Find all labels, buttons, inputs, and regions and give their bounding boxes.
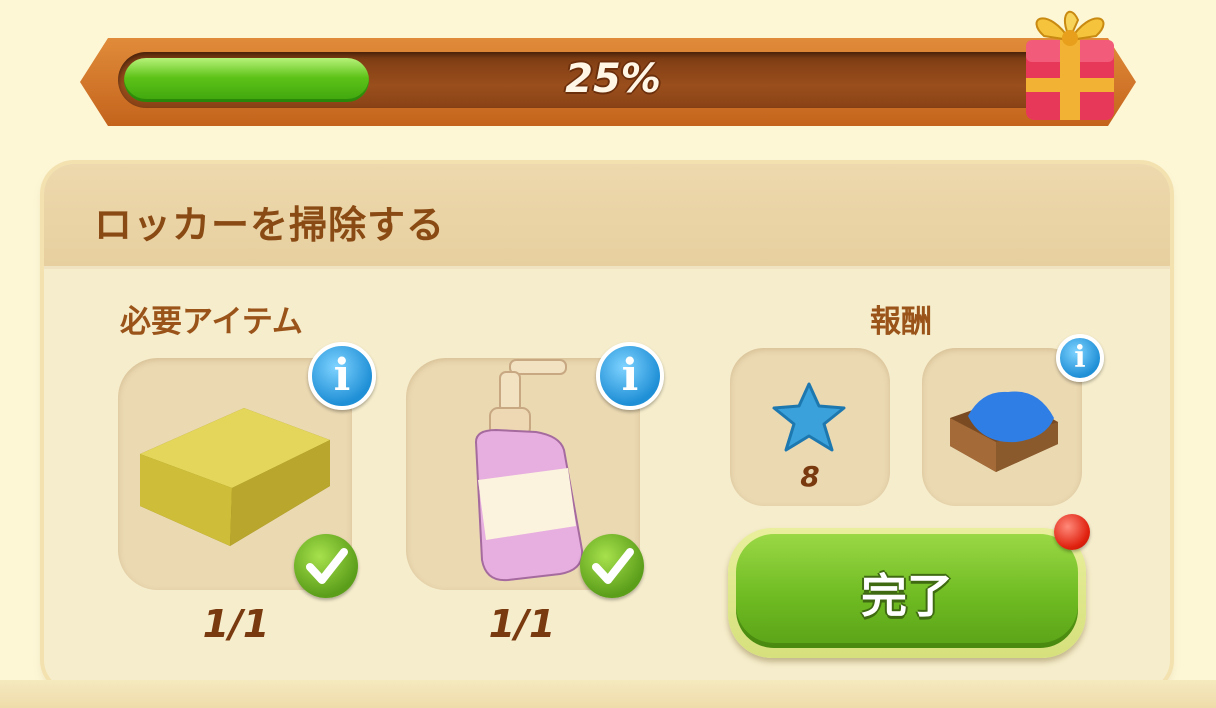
checkmark-icon [294, 534, 358, 598]
sponge-icon [140, 408, 330, 546]
required-item-count: 1/1 [202, 602, 270, 646]
checkmark-icon [580, 534, 644, 598]
complete-button-face: 完了 [736, 534, 1078, 648]
complete-button[interactable]: 完了 [728, 528, 1086, 658]
required-item-count: 1/1 [488, 602, 556, 646]
bottom-edge [0, 680, 1216, 708]
task-header: ロッカーを掃除する [44, 164, 1170, 269]
info-icon[interactable]: i [308, 342, 376, 410]
reward-item-crate[interactable] [922, 348, 1082, 506]
notification-dot [1054, 514, 1090, 550]
crate-with-blue-cloth-icon [950, 391, 1058, 472]
reward-item-star[interactable]: 8 [730, 348, 890, 506]
blue-star-icon [772, 382, 846, 452]
reward-label: 報酬 [870, 304, 932, 340]
info-icon[interactable]: i [596, 342, 664, 410]
required-items-label: 必要アイテム [120, 304, 303, 340]
reward-star-count: 8 [800, 460, 820, 493]
progress-percentage: 25% [565, 56, 661, 102]
info-icon[interactable]: i [1056, 334, 1104, 382]
task-title: ロッカーを掃除する [94, 203, 446, 247]
progress-bar: 25% [118, 52, 1108, 108]
complete-button-label: 完了 [861, 569, 953, 623]
soap-bottle-icon [474, 359, 584, 582]
gift-box-icon[interactable] [1018, 0, 1122, 126]
